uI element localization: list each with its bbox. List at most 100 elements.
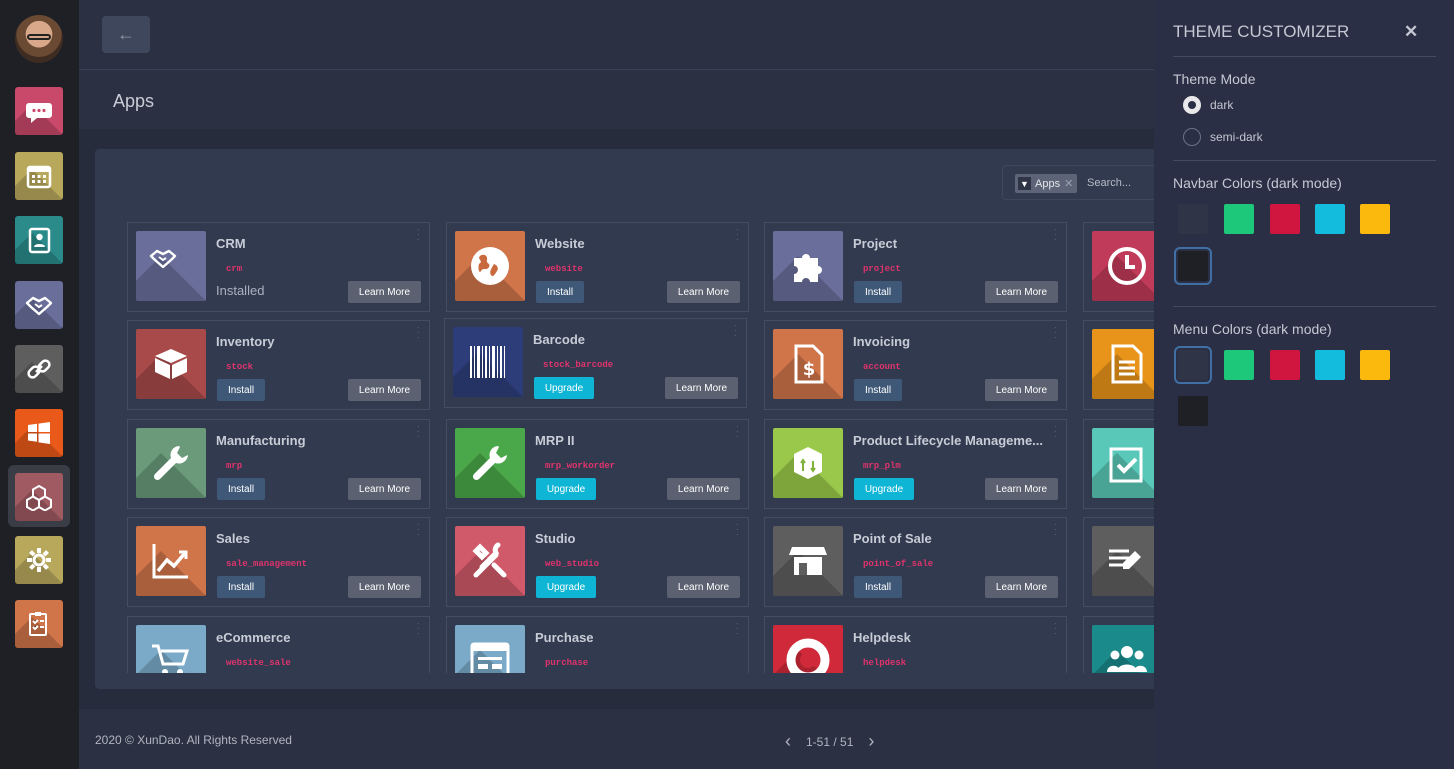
navbar-color-swatch[interactable]	[1360, 204, 1390, 234]
radio-dot[interactable]	[1183, 96, 1201, 114]
more-options-icon[interactable]: · · ·	[734, 321, 737, 341]
facet-remove-icon[interactable]: ✕	[1064, 177, 1073, 190]
learn-more-button[interactable]: Learn More	[985, 281, 1058, 303]
menu-color-swatch[interactable]	[1270, 350, 1300, 380]
clipboard-check-icon	[1109, 447, 1143, 483]
learn-more-button[interactable]: Learn More	[348, 478, 421, 500]
app-card-stock[interactable]: Inventory stock Install Learn More · · ·	[127, 320, 430, 410]
back-button[interactable]: ←	[102, 16, 150, 53]
sidebar-item-settings[interactable]	[15, 536, 63, 584]
learn-more-button[interactable]: Learn More	[348, 379, 421, 401]
upgrade-button[interactable]: Upgrade	[534, 377, 594, 399]
app-card[interactable]	[1083, 419, 1154, 509]
theme-mode-label: Theme Mode	[1173, 71, 1256, 87]
more-options-icon[interactable]: · · ·	[1054, 225, 1057, 245]
menu-color-swatch[interactable]	[1224, 350, 1254, 380]
search-box[interactable]: ▼ Apps ✕	[1002, 165, 1162, 200]
app-card[interactable]	[1083, 616, 1154, 673]
navbar-color-swatch[interactable]	[1224, 204, 1254, 234]
app-card-web_studio[interactable]: Studio web_studio Upgrade Learn More · · ·	[446, 517, 749, 607]
sidebar-item-link[interactable]	[15, 345, 63, 393]
sidebar-item-calendar[interactable]	[15, 152, 63, 200]
more-options-icon[interactable]: · · ·	[417, 323, 420, 343]
more-options-icon[interactable]: · · ·	[417, 520, 420, 540]
app-card[interactable]	[1083, 320, 1154, 410]
more-options-icon[interactable]: · · ·	[736, 422, 739, 442]
learn-more-button[interactable]: Learn More	[985, 379, 1058, 401]
app-card-purchase[interactable]: PurchasepurchaseInstallLearn More···	[446, 616, 749, 673]
upgrade-button[interactable]: Upgrade	[536, 478, 596, 500]
learn-more-button[interactable]: Learn More	[667, 281, 740, 303]
app-card-point_of_sale[interactable]: Point of Sale point_of_sale Install Learn M…	[764, 517, 1067, 607]
app-card-website_sale[interactable]: eCommercewebsite_saleInstallLearn More··…	[127, 616, 430, 673]
app-card-crm[interactable]: CRM crm Installed Learn More · · ·	[127, 222, 430, 312]
sidebar-item-discuss[interactable]	[15, 87, 63, 135]
sidebar-item-contacts[interactable]	[15, 216, 63, 264]
learn-more-button[interactable]: Learn More	[667, 478, 740, 500]
install-button[interactable]: Install	[217, 576, 265, 598]
menu-color-swatch[interactable]	[1178, 396, 1208, 426]
more-options-icon[interactable]: · · ·	[417, 225, 420, 245]
app-card[interactable]	[1083, 517, 1154, 607]
more-options-icon[interactable]: · · ·	[417, 619, 420, 639]
install-button[interactable]: Install	[854, 576, 902, 598]
upgrade-button[interactable]: Upgrade	[854, 478, 914, 500]
more-options-icon[interactable]: · · ·	[1054, 323, 1057, 343]
sidebar-item-survey[interactable]	[15, 600, 63, 648]
app-card-mrp_workorder[interactable]: MRP II mrp_workorder Upgrade Learn More · · ·	[446, 419, 749, 509]
app-technical-name: web_studio	[545, 559, 600, 569]
learn-more-button[interactable]: Learn More	[665, 377, 738, 399]
menu-color-swatch[interactable]	[1360, 350, 1390, 380]
more-options-icon[interactable]: · · ·	[736, 225, 739, 245]
learn-more-button[interactable]: Learn More	[667, 576, 740, 598]
menu-color-swatch[interactable]	[1174, 346, 1212, 384]
install-button[interactable]: Install	[536, 281, 584, 303]
radio-semi-dark[interactable]: semi-dark	[1183, 128, 1263, 146]
sidebar-item-apps[interactable]	[15, 473, 63, 521]
app-card-stock_barcode[interactable]: Barcode stock_barcode Upgrade Learn More · · ·	[444, 318, 747, 408]
menu-color-swatch[interactable]	[1315, 350, 1345, 380]
search-facet[interactable]: ▼ Apps ✕	[1015, 174, 1078, 193]
learn-more-button[interactable]: Learn More	[348, 576, 421, 598]
app-card-project[interactable]: Project project Install Learn More · · ·	[764, 222, 1067, 312]
avatar[interactable]	[15, 15, 63, 63]
more-options-icon[interactable]: · · ·	[1054, 619, 1057, 639]
more-options-icon[interactable]: · · ·	[736, 520, 739, 540]
install-button[interactable]: Install	[217, 478, 265, 500]
app-technical-name: website	[545, 264, 583, 274]
radio-dark[interactable]: dark	[1183, 96, 1233, 114]
more-options-icon[interactable]: · · ·	[417, 422, 420, 442]
sidebar-item-windows[interactable]	[15, 409, 63, 457]
search-input[interactable]	[1087, 175, 1157, 191]
radio-dot[interactable]	[1183, 128, 1201, 146]
app-card-website[interactable]: Website website Install Learn More · · ·	[446, 222, 749, 312]
contacts-icon	[28, 227, 51, 254]
more-options-icon[interactable]: · · ·	[1054, 520, 1057, 540]
app-card-mrp[interactable]: Manufacturing mrp Install Learn More · · ·	[127, 419, 430, 509]
app-card-helpdesk[interactable]: HelpdeskhelpdeskInstallLearn More···	[764, 616, 1067, 673]
learn-more-button[interactable]: Learn More	[348, 281, 421, 303]
close-icon[interactable]: ✕	[1404, 22, 1418, 42]
learn-more-button[interactable]: Learn More	[985, 576, 1058, 598]
app-card-account[interactable]: $ Invoicing account Install Learn More · · ·	[764, 320, 1067, 410]
app-card-mrp_plm[interactable]: Product Lifecycle Manageme... mrp_plm Upgr…	[764, 419, 1067, 509]
more-options-icon[interactable]: · · ·	[1054, 422, 1057, 442]
navbar-color-swatch[interactable]	[1178, 204, 1208, 234]
sidebar-item-crm[interactable]	[15, 281, 63, 329]
chevron-left-icon[interactable]: ‹	[780, 731, 796, 752]
install-button[interactable]: Install	[854, 379, 902, 401]
install-button[interactable]: Install	[217, 379, 265, 401]
app-name: Studio	[535, 531, 576, 546]
navbar-color-swatch[interactable]	[1174, 247, 1212, 285]
app-card[interactable]	[1083, 222, 1154, 312]
upgrade-button[interactable]: Upgrade	[536, 576, 596, 598]
more-options-icon[interactable]: · · ·	[736, 619, 739, 639]
chevron-right-icon[interactable]: ›	[863, 731, 879, 752]
learn-more-button[interactable]: Learn More	[985, 478, 1058, 500]
app-name: Point of Sale	[853, 531, 932, 546]
navbar-color-swatch[interactable]	[1270, 204, 1300, 234]
install-button[interactable]: Install	[854, 281, 902, 303]
navbar-color-swatch[interactable]	[1315, 204, 1345, 234]
app-card-sale_management[interactable]: Sales sale_management Install Learn More · · ·	[127, 517, 430, 607]
filter-icon: ▼	[1018, 177, 1031, 190]
